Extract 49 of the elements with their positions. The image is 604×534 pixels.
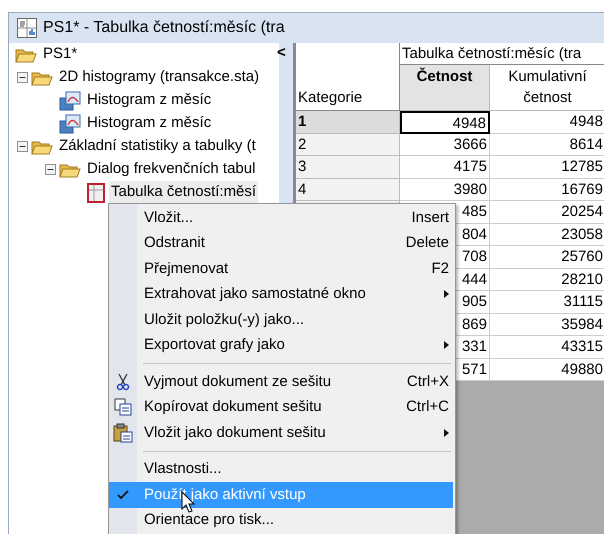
chart-icon	[59, 114, 81, 134]
menu-item[interactable]: Orientace pro tisk...	[109, 508, 455, 533]
shortcut-label: Ctrl+C	[406, 397, 449, 417]
tree-item[interactable]: PS1*	[41, 43, 80, 66]
table-cell: 43315	[490, 336, 604, 358]
paste-icon	[113, 422, 133, 443]
row-header[interactable]: 1	[296, 111, 400, 134]
tree-item[interactable]: Histogram z měsíc	[85, 89, 214, 112]
table-cell: 23058	[490, 224, 604, 246]
menu-item[interactable]: Kopírovat dokument sešitu Ctrl+C	[109, 394, 455, 420]
table-cell: 4948	[490, 111, 604, 134]
row-header[interactable]: 4	[296, 178, 400, 201]
window-title: PS1* - Tabulka četností:měsíc (tra	[43, 18, 285, 38]
scissors-icon	[115, 372, 131, 391]
column-header[interactable]: Četnost	[400, 65, 490, 111]
tree-item[interactable]: Základní statistiky a tabulky (t	[57, 135, 258, 158]
menu-item[interactable]: Vlastnosti...	[109, 456, 455, 482]
tree-item[interactable]: Dialog frekvenčních tabul	[85, 158, 258, 181]
table-cell: 4175	[400, 156, 490, 178]
collapse-icon[interactable]	[45, 164, 56, 175]
table-cell: 49880	[490, 358, 604, 381]
table-cell: 3666	[400, 134, 490, 156]
row-header[interactable]: 3	[296, 156, 400, 178]
table-cell: 20254	[490, 201, 604, 224]
row-header-title: Kategorie	[298, 88, 362, 108]
submenu-arrow-icon	[444, 341, 449, 350]
collapse-icon[interactable]	[17, 72, 28, 83]
table-cell: 25760	[490, 246, 604, 268]
table-cell: 3980	[400, 178, 490, 201]
menu-item[interactable]: Vložit jako dokument sešitu	[109, 420, 455, 446]
tree-item[interactable]: Histogram z měsíc	[85, 112, 214, 135]
tree-item[interactable]: Tabulka četností:měsí	[109, 181, 258, 204]
collapse-panel-button[interactable]: <	[277, 45, 286, 60]
table-cell: 28210	[490, 268, 604, 291]
submenu-arrow-icon	[444, 428, 449, 437]
row-header[interactable]: 2	[296, 134, 400, 156]
chart-icon	[59, 90, 81, 110]
submenu-arrow-icon	[444, 290, 449, 298]
table-cell: 35984	[490, 314, 604, 336]
table-cell: 31115	[490, 291, 604, 314]
window-icon	[17, 18, 37, 38]
collapse-icon[interactable]	[17, 141, 28, 152]
table-cell: 4948	[400, 111, 490, 134]
table-cell: 16769	[490, 178, 604, 201]
tree-item[interactable]: 2D histogramy (transakce.sta)	[57, 66, 262, 89]
table-icon	[87, 182, 105, 202]
table-cell: 12785	[490, 156, 604, 178]
table-cell: 8614	[490, 134, 604, 156]
copy-icon	[114, 398, 132, 416]
